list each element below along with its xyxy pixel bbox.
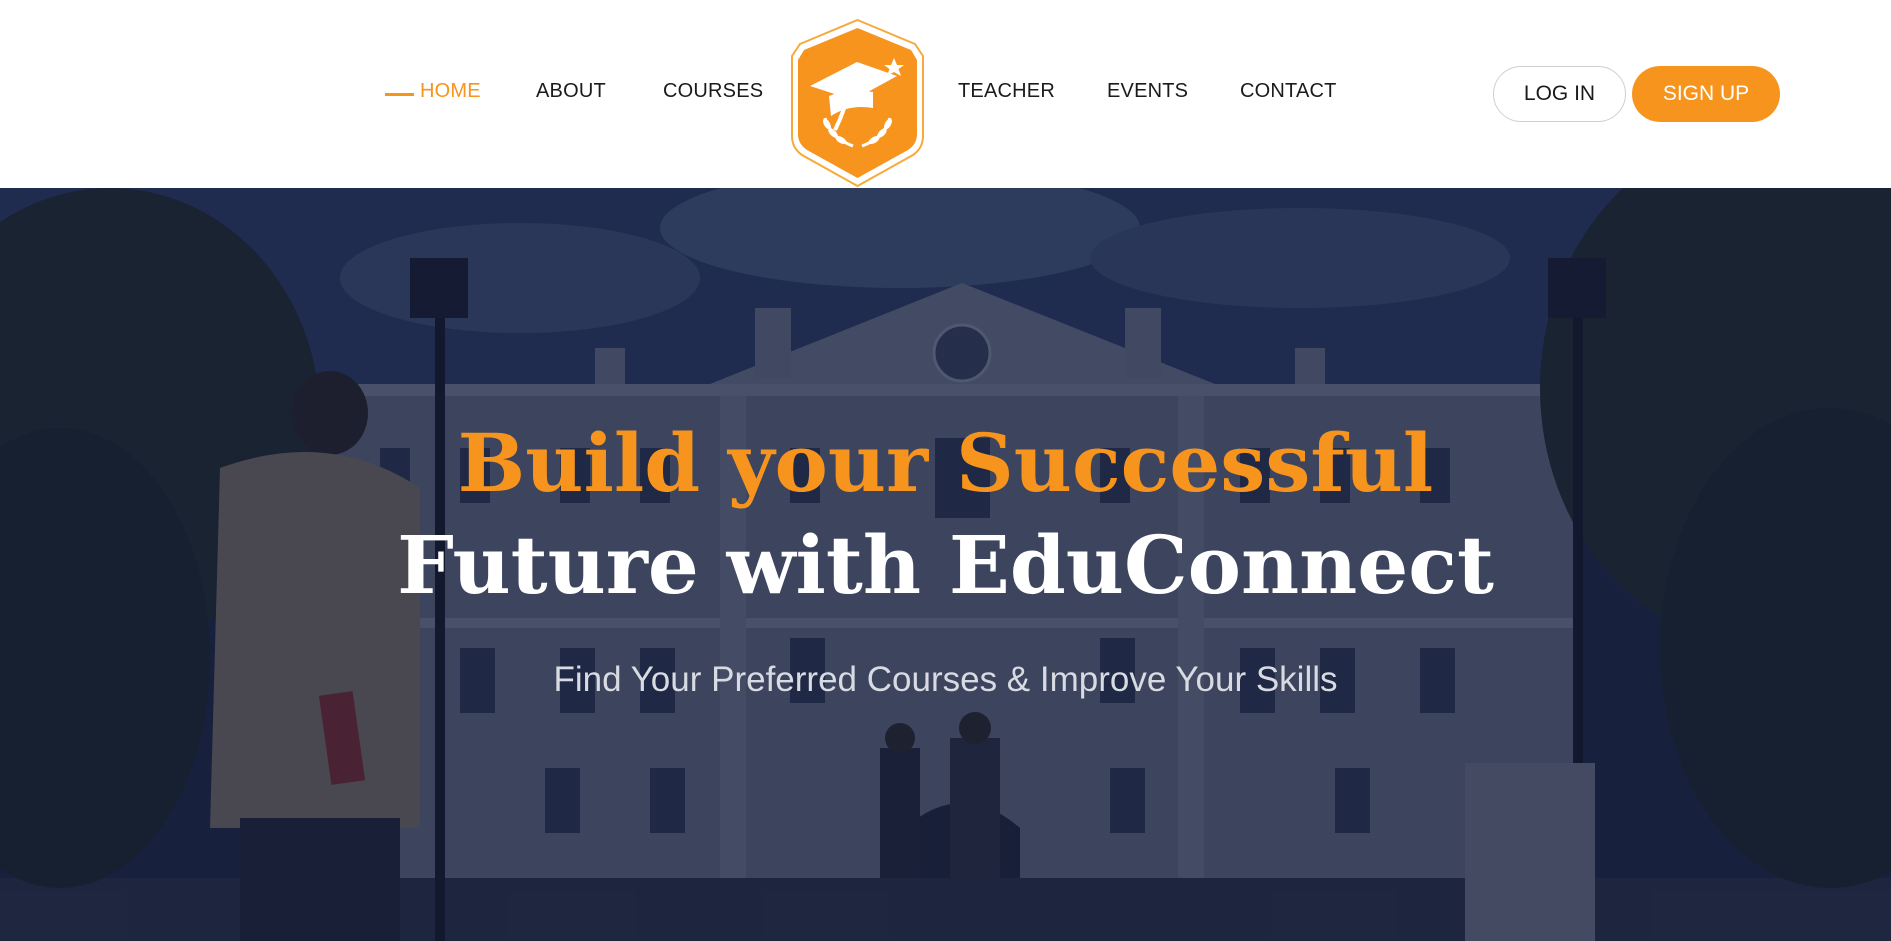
- nav-about[interactable]: ABOUT: [536, 80, 606, 103]
- nav-home[interactable]: HOME: [420, 80, 481, 103]
- nav-courses[interactable]: COURSES: [663, 80, 763, 103]
- active-indicator: [385, 93, 414, 96]
- hero-headline-line1: Build your Successful: [457, 416, 1434, 510]
- site-header: HOME ABOUT COURSES TEACHER EVENTS CONTAC…: [0, 0, 1891, 188]
- hero-headline-line2: Future with EduConnect: [397, 518, 1494, 612]
- graduation-cap-shield-logo-icon: [791, 18, 924, 188]
- nav-teacher[interactable]: TEACHER: [958, 80, 1055, 103]
- hero-section: Build your Successful Future with EduCon…: [0, 188, 1891, 941]
- nav-events[interactable]: EVENTS: [1107, 80, 1188, 103]
- login-button[interactable]: LOG IN: [1493, 66, 1626, 122]
- hero-subtitle: Find Your Preferred Courses & Improve Yo…: [553, 660, 1338, 699]
- site-logo[interactable]: [787, 18, 928, 188]
- nav-contact[interactable]: CONTACT: [1240, 80, 1337, 103]
- signup-button[interactable]: SIGN UP: [1632, 66, 1780, 122]
